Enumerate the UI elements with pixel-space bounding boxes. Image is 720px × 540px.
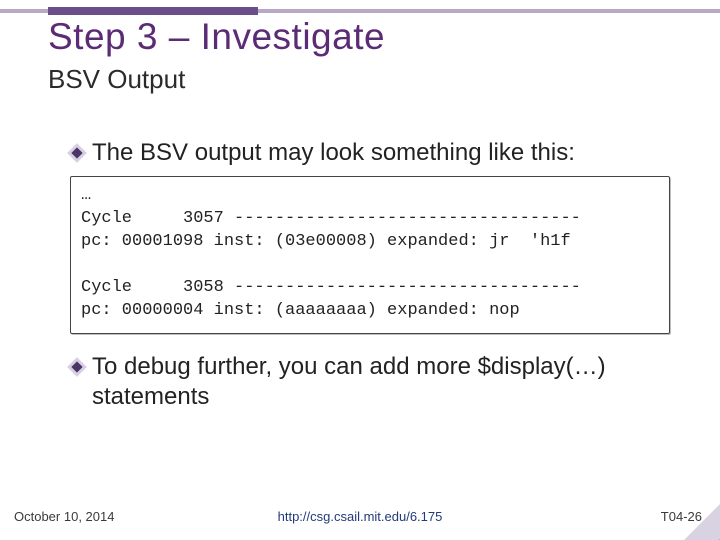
page-curl-icon: [684, 504, 720, 540]
code-output-box: … Cycle 3057 ---------------------------…: [70, 176, 670, 334]
bullet-item: The BSV output may look something like t…: [70, 138, 670, 168]
decorative-rule: [0, 9, 720, 13]
slide-title: Step 3 – Investigate: [48, 16, 385, 58]
bullet-text: The BSV output may look something like t…: [92, 138, 575, 168]
code-line: pc: 00000004 inst: (aaaaaaaa) expanded: …: [81, 301, 520, 320]
bullet-item: To debug further, you can add more $disp…: [70, 352, 670, 412]
decorative-rule-accent: [48, 7, 258, 15]
diamond-bullet-icon: [70, 146, 84, 160]
slide-subtitle: BSV Output: [48, 64, 185, 95]
diamond-bullet-icon: [70, 360, 84, 374]
bullet-text: To debug further, you can add more $disp…: [92, 352, 670, 412]
code-line: …: [81, 186, 91, 205]
slide: Step 3 – Investigate BSV Output The BSV …: [0, 0, 720, 540]
code-line: pc: 00001098 inst: (03e00008) expanded: …: [81, 232, 571, 251]
code-line: Cycle 3057 -----------------------------…: [81, 209, 581, 228]
footer-url: http://csg.csail.mit.edu/6.175: [0, 509, 720, 524]
slide-body: The BSV output may look something like t…: [70, 138, 670, 420]
code-line: Cycle 3058 -----------------------------…: [81, 278, 581, 297]
